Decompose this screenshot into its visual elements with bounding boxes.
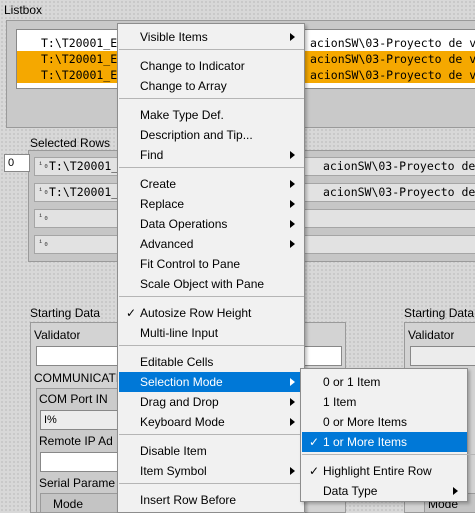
menu-item-description-and-tip[interactable]: Description and Tip...	[119, 125, 304, 145]
array-cell: acionSW\03-Proyecto de va	[323, 159, 475, 173]
menu-item-fit-control-to-pane[interactable]: Fit Control to Pane	[119, 254, 304, 274]
menu-item-drag-and-drop[interactable]: Drag and Drop	[119, 392, 304, 412]
menu-separator	[119, 345, 304, 346]
submenu-arrow-icon	[290, 240, 295, 248]
submenu-arrow-icon	[290, 200, 295, 208]
menu-separator	[119, 167, 304, 168]
submenu-arrow-icon	[290, 378, 295, 386]
submenu-item-highlight-entire-row[interactable]: ✓ Highlight Entire Row	[302, 461, 467, 481]
array-cell: T:\T20001_	[49, 185, 119, 199]
menu-separator	[119, 483, 304, 484]
menu-item-insert-row-before[interactable]: Insert Row Before	[119, 490, 304, 510]
row-symbol-icon: ⁱ₀	[38, 239, 49, 249]
submenu-arrow-icon	[290, 418, 295, 426]
validator-field[interactable]	[410, 346, 475, 366]
listbox-cell: T:\T20001_E	[41, 36, 118, 50]
menu-item-change-to-array[interactable]: Change to Array	[119, 76, 304, 96]
array-cell: T:\T20001_	[49, 159, 119, 173]
menu-item-advanced[interactable]: Advanced	[119, 234, 304, 254]
menu-item-item-symbol[interactable]: Item Symbol	[119, 461, 304, 481]
submenu-item-0-or-more-items[interactable]: 0 or More Items	[302, 412, 467, 432]
menu-item-replace[interactable]: Replace	[119, 194, 304, 214]
listbox-label: Listbox	[4, 3, 43, 17]
listbox-cell: acionSW\03-Proyecto de vali	[310, 36, 475, 50]
menu-item-keyboard-mode[interactable]: Keyboard Mode	[119, 412, 304, 432]
submenu-arrow-icon	[290, 33, 295, 41]
array-cell: acionSW\03-Proyecto de va	[323, 185, 475, 199]
com-port-field[interactable]: I%	[40, 410, 118, 430]
submenu-arrow-icon	[290, 398, 295, 406]
validator-label: Validator	[408, 328, 455, 342]
checkmark-icon: ✓	[126, 306, 137, 320]
selection-mode-submenu: 0 or 1 Item 1 Item 0 or More Items ✓ 1 or…	[300, 368, 475, 502]
checkmark-icon: ✓	[309, 435, 320, 449]
menu-item-make-type-def[interactable]: Make Type Def.	[119, 105, 304, 125]
remote-ip-field[interactable]	[40, 452, 118, 472]
context-menu: Visible Items Change to Indicator Change…	[117, 23, 305, 513]
com-port-label: COM Port IN	[39, 392, 108, 406]
menu-item-data-operations[interactable]: Data Operations	[119, 214, 304, 234]
submenu-arrow-icon	[290, 467, 295, 475]
remote-ip-label: Remote IP Ad	[39, 434, 113, 448]
validator-label: Validator	[34, 328, 81, 342]
submenu-item-0-or-1-item[interactable]: 0 or 1 Item	[302, 372, 467, 392]
array-index-input[interactable]: 0	[4, 154, 30, 172]
mode-label: Mode	[53, 497, 84, 511]
checkmark-icon: ✓	[309, 464, 320, 478]
serial-params-label: Serial Parame	[39, 476, 116, 490]
submenu-arrow-icon	[290, 151, 295, 159]
selected-rows-label: Selected Rows	[30, 136, 111, 150]
submenu-arrow-icon	[290, 180, 295, 188]
menu-item-scale-object-with-pane[interactable]: Scale Object with Pane	[119, 274, 304, 294]
menu-separator	[119, 49, 304, 50]
row-symbol-icon: ⁱ₀	[38, 213, 49, 223]
communication-label: COMMUNICATI	[34, 371, 118, 385]
menu-separator	[119, 98, 304, 99]
submenu-arrow-icon	[453, 487, 458, 495]
menu-item-disable-item[interactable]: Disable Item	[119, 441, 304, 461]
row-symbol-icon: ⁱ₀	[38, 161, 49, 171]
menu-separator	[119, 434, 304, 435]
submenu-arrow-icon	[290, 220, 295, 228]
menu-item-selection-mode[interactable]: Selection Mode	[119, 372, 304, 392]
starting-data-label: Starting Data	[404, 306, 475, 320]
menu-item-editable-cells[interactable]: Editable Cells	[119, 352, 304, 372]
listbox-cell: T:\T20001_E	[41, 52, 118, 66]
submenu-item-data-type[interactable]: Data Type	[302, 481, 467, 501]
listbox-cell: acionSW\03-Proyecto de vali	[310, 52, 475, 66]
menu-item-autosize-row-height[interactable]: ✓ Autosize Row Height	[119, 303, 304, 323]
menu-item-multi-line-input[interactable]: Multi-line Input	[119, 323, 304, 343]
menu-item-visible-items[interactable]: Visible Items	[119, 27, 304, 47]
menu-item-change-to-indicator[interactable]: Change to Indicator	[119, 56, 304, 76]
starting-data-label: Starting Data	[30, 306, 101, 320]
menu-separator	[119, 296, 304, 297]
menu-separator	[302, 454, 475, 455]
row-symbol-icon: ⁱ₀	[38, 187, 49, 197]
listbox-cell: T:\T20001_E	[41, 68, 118, 82]
menu-item-find[interactable]: Find	[119, 145, 304, 165]
menu-item-create[interactable]: Create	[119, 174, 304, 194]
listbox-cell: acionSW\03-Proyecto de vali	[310, 68, 475, 82]
submenu-item-1-or-more-items[interactable]: ✓ 1 or More Items	[302, 432, 467, 452]
submenu-item-1-item[interactable]: 1 Item	[302, 392, 467, 412]
